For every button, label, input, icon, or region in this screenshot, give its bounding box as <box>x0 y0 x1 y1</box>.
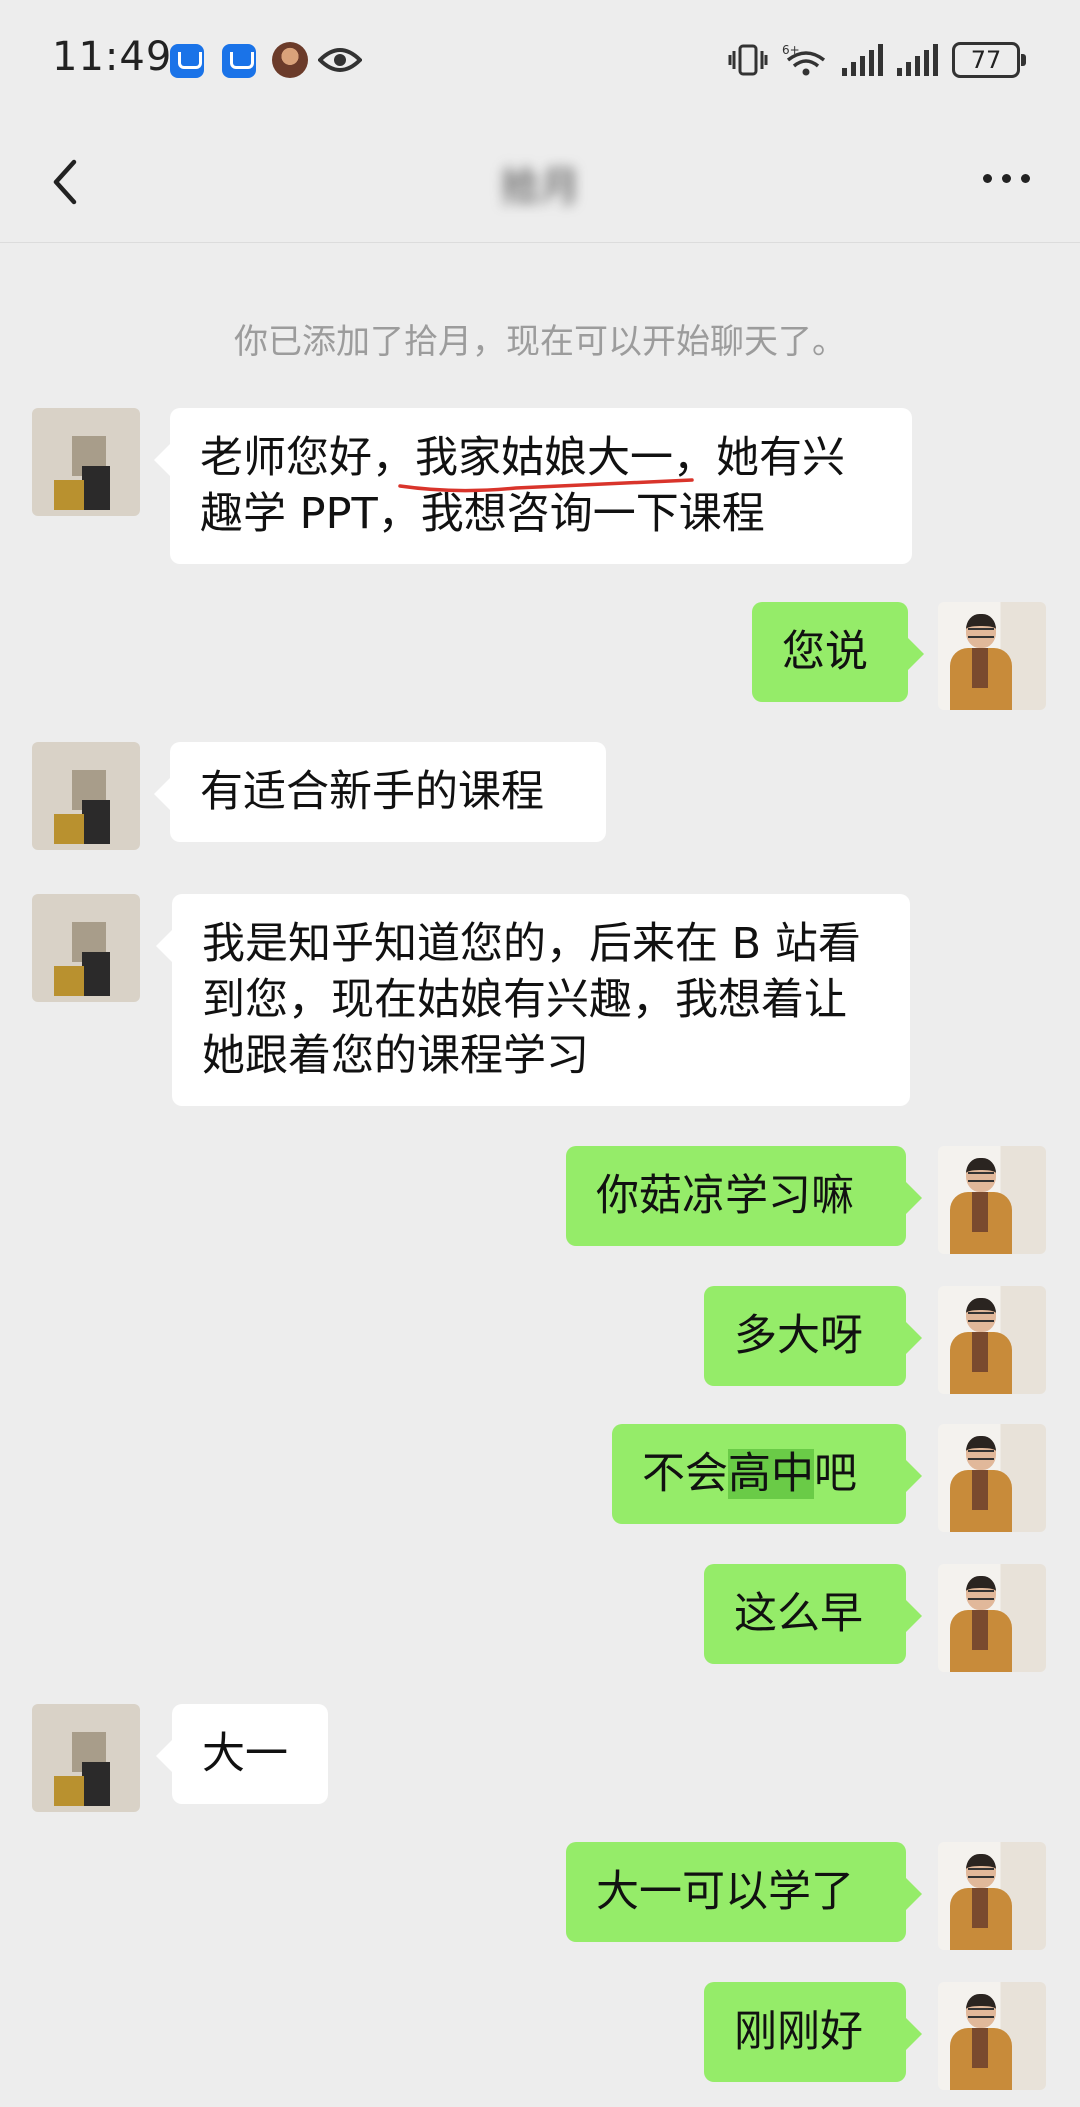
app-notification-icon <box>222 44 256 78</box>
notification-avatar-icon <box>272 42 308 78</box>
message-bubble[interactable]: 这么早 <box>704 1564 922 1664</box>
chevron-left-icon[interactable] <box>42 152 102 212</box>
avatar[interactable] <box>938 1424 1046 1532</box>
red-underline-annotation <box>398 478 694 493</box>
avatar[interactable] <box>938 602 1046 710</box>
status-bar: 11:49 6+ 77 <box>0 0 1080 120</box>
message-bubble[interactable]: 多大呀 <box>704 1286 922 1386</box>
message-bubble[interactable]: 刚刚好 <box>704 1982 922 2082</box>
chat-title: 拾月 <box>500 164 580 210</box>
message-text-part: 不会 <box>642 1449 728 1499</box>
status-time: 11:49 <box>52 34 173 80</box>
eye-icon <box>318 48 362 72</box>
battery-icon: 77 <box>952 42 1026 78</box>
highlighted-text: 高中 <box>728 1449 814 1499</box>
avatar[interactable] <box>938 1146 1046 1254</box>
avatar[interactable] <box>32 1704 140 1812</box>
avatar[interactable] <box>938 1982 1046 2090</box>
message-bubble[interactable]: 大一可以学了 <box>566 1842 922 1942</box>
chat-header: 拾月 <box>0 120 1080 243</box>
avatar[interactable] <box>32 408 140 516</box>
message-bubble[interactable]: 有适合新手的课程 <box>154 742 606 842</box>
battery-level: 77 <box>970 46 1002 74</box>
message-bubble[interactable]: 我是知乎知道您的，后来在 B 站看到您，现在姑娘有兴趣，我想着让她跟着您的课程学… <box>156 894 910 1106</box>
avatar[interactable] <box>32 894 140 1002</box>
signal-icon <box>897 44 938 76</box>
message-bubble[interactable]: 你菇凉学习嘛 <box>566 1146 922 1246</box>
avatar[interactable] <box>32 742 140 850</box>
message-text-part: 吧 <box>814 1449 857 1499</box>
avatar[interactable] <box>938 1842 1046 1950</box>
app-notification-icon <box>170 44 204 78</box>
message-bubble[interactable]: 您说 <box>752 602 924 702</box>
avatar[interactable] <box>938 1564 1046 1672</box>
message-bubble[interactable]: 大一 <box>156 1704 328 1804</box>
vibrate-icon <box>728 44 768 76</box>
avatar[interactable] <box>938 1286 1046 1394</box>
message-bubble[interactable]: 不会高中吧 <box>612 1424 922 1524</box>
more-dots-icon[interactable] <box>983 174 1030 183</box>
signal-icon <box>842 44 883 76</box>
status-indicators: 6+ 77 <box>728 40 1026 80</box>
system-message: 你已添加了拾月，现在可以开始聊天了。 <box>234 322 846 362</box>
wifi-icon: 6+ <box>782 43 826 76</box>
